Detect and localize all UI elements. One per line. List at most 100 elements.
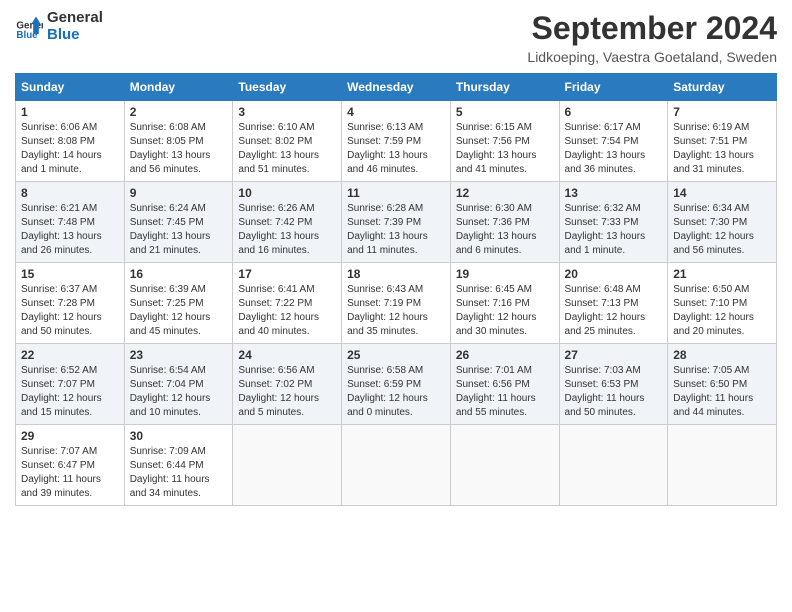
week-row-1: 1 Sunrise: 6:06 AMSunset: 8:08 PMDaylight…: [16, 101, 777, 182]
day-number: 16: [130, 267, 228, 281]
day-info: Sunrise: 6:58 AMSunset: 6:59 PMDaylight:…: [347, 364, 445, 420]
calendar-cell: 6 Sunrise: 6:17 AMSunset: 7:54 PMDaylight…: [559, 101, 668, 182]
day-number: 18: [347, 267, 445, 281]
day-info: Sunrise: 6:39 AMSunset: 7:25 PMDaylight:…: [130, 283, 228, 339]
calendar-cell: 1 Sunrise: 6:06 AMSunset: 8:08 PMDaylight…: [16, 101, 125, 182]
day-number: 9: [130, 186, 228, 200]
day-info: Sunrise: 6:41 AMSunset: 7:22 PMDaylight:…: [238, 283, 336, 339]
day-number: 10: [238, 186, 336, 200]
day-number: 13: [565, 186, 663, 200]
weekday-header-wednesday: Wednesday: [342, 74, 451, 101]
calendar-cell: 24 Sunrise: 6:56 AMSunset: 7:02 PMDayligh…: [233, 344, 342, 425]
calendar-cell: 9 Sunrise: 6:24 AMSunset: 7:45 PMDaylight…: [124, 182, 233, 263]
day-number: 6: [565, 105, 663, 119]
calendar-cell: 8Sunrise: 6:21 AMSunset: 7:48 PMDaylight…: [16, 182, 125, 263]
calendar-cell: 17Sunrise: 6:41 AMSunset: 7:22 PMDayligh…: [233, 263, 342, 344]
calendar-cell: 4 Sunrise: 6:13 AMSunset: 7:59 PMDaylight…: [342, 101, 451, 182]
day-number: 28: [673, 348, 771, 362]
weekday-header-sunday: Sunday: [16, 74, 125, 101]
day-number: 23: [130, 348, 228, 362]
day-info: Sunrise: 6:34 AMSunset: 7:30 PMDaylight:…: [673, 202, 771, 258]
calendar-cell: 7 Sunrise: 6:19 AMSunset: 7:51 PMDaylight…: [668, 101, 777, 182]
day-number: 30: [130, 429, 228, 443]
day-number: 7: [673, 105, 771, 119]
day-info: Sunrise: 7:03 AMSunset: 6:53 PMDaylight:…: [565, 364, 663, 420]
calendar-cell: 21 Sunrise: 6:50 AMSunset: 7:10 PMDayligh…: [668, 263, 777, 344]
day-number: 3: [238, 105, 336, 119]
calendar-cell: 11Sunrise: 6:28 AMSunset: 7:39 PMDayligh…: [342, 182, 451, 263]
calendar-cell: 13 Sunrise: 6:32 AMSunset: 7:33 PMDayligh…: [559, 182, 668, 263]
day-info: Sunrise: 7:07 AMSunset: 6:47 PMDaylight:…: [21, 445, 119, 501]
day-number: 2: [130, 105, 228, 119]
weekday-header-saturday: Saturday: [668, 74, 777, 101]
calendar-cell: 28 Sunrise: 7:05 AMSunset: 6:50 PMDayligh…: [668, 344, 777, 425]
day-number: 8: [21, 186, 119, 200]
calendar-cell: 20 Sunrise: 6:48 AMSunset: 7:13 PMDayligh…: [559, 263, 668, 344]
day-number: 11: [347, 186, 445, 200]
day-info: Sunrise: 7:05 AMSunset: 6:50 PMDaylight:…: [673, 364, 771, 420]
calendar-cell: 22 Sunrise: 6:52 AMSunset: 7:07 PMDayligh…: [16, 344, 125, 425]
day-number: 24: [238, 348, 336, 362]
calendar-cell: 25 Sunrise: 6:58 AMSunset: 6:59 PMDayligh…: [342, 344, 451, 425]
day-info: Sunrise: 6:56 AMSunset: 7:02 PMDaylight:…: [238, 364, 336, 420]
day-info: Sunrise: 6:54 AMSunset: 7:04 PMDaylight:…: [130, 364, 228, 420]
day-number: 25: [347, 348, 445, 362]
day-number: 19: [456, 267, 554, 281]
location: Lidkoeping, Vaestra Goetaland, Sweden: [527, 49, 777, 65]
day-info: Sunrise: 6:17 AMSunset: 7:54 PMDaylight:…: [565, 121, 663, 177]
weekday-header-tuesday: Tuesday: [233, 74, 342, 101]
title-block: September 2024 Lidkoeping, Vaestra Goeta…: [527, 10, 777, 65]
week-row-4: 22 Sunrise: 6:52 AMSunset: 7:07 PMDayligh…: [16, 344, 777, 425]
day-number: 5: [456, 105, 554, 119]
day-info: Sunrise: 7:09 AMSunset: 6:44 PMDaylight:…: [130, 445, 228, 501]
calendar-cell: 2 Sunrise: 6:08 AMSunset: 8:05 PMDaylight…: [124, 101, 233, 182]
calendar-cell: [668, 425, 777, 506]
logo: General Blue General Blue: [15, 10, 103, 43]
day-info: Sunrise: 6:06 AMSunset: 8:08 PMDaylight:…: [21, 121, 119, 177]
weekday-header-row: SundayMondayTuesdayWednesdayThursdayFrid…: [16, 74, 777, 101]
day-info: Sunrise: 6:13 AMSunset: 7:59 PMDaylight:…: [347, 121, 445, 177]
day-number: 20: [565, 267, 663, 281]
day-number: 14: [673, 186, 771, 200]
calendar-cell: [450, 425, 559, 506]
calendar-cell: 30 Sunrise: 7:09 AMSunset: 6:44 PMDayligh…: [124, 425, 233, 506]
week-row-3: 15Sunrise: 6:37 AMSunset: 7:28 PMDayligh…: [16, 263, 777, 344]
week-row-5: 29 Sunrise: 7:07 AMSunset: 6:47 PMDayligh…: [16, 425, 777, 506]
weekday-header-friday: Friday: [559, 74, 668, 101]
calendar-cell: [342, 425, 451, 506]
calendar-cell: 16 Sunrise: 6:39 AMSunset: 7:25 PMDayligh…: [124, 263, 233, 344]
month-title: September 2024: [527, 10, 777, 47]
day-number: 1: [21, 105, 119, 119]
day-number: 22: [21, 348, 119, 362]
day-info: Sunrise: 6:52 AMSunset: 7:07 PMDaylight:…: [21, 364, 119, 420]
day-info: Sunrise: 6:24 AMSunset: 7:45 PMDaylight:…: [130, 202, 228, 258]
day-info: Sunrise: 7:01 AMSunset: 6:56 PMDaylight:…: [456, 364, 554, 420]
weekday-header-thursday: Thursday: [450, 74, 559, 101]
page-header: General Blue General Blue September 2024…: [15, 10, 777, 65]
day-number: 21: [673, 267, 771, 281]
calendar-cell: 15Sunrise: 6:37 AMSunset: 7:28 PMDayligh…: [16, 263, 125, 344]
calendar-cell: 27Sunrise: 7:03 AMSunset: 6:53 PMDayligh…: [559, 344, 668, 425]
weekday-header-monday: Monday: [124, 74, 233, 101]
calendar-cell: 26 Sunrise: 7:01 AMSunset: 6:56 PMDayligh…: [450, 344, 559, 425]
day-info: Sunrise: 6:08 AMSunset: 8:05 PMDaylight:…: [130, 121, 228, 177]
day-info: Sunrise: 6:50 AMSunset: 7:10 PMDaylight:…: [673, 283, 771, 339]
week-row-2: 8Sunrise: 6:21 AMSunset: 7:48 PMDaylight…: [16, 182, 777, 263]
logo-icon: General Blue: [15, 13, 43, 41]
day-info: Sunrise: 6:48 AMSunset: 7:13 PMDaylight:…: [565, 283, 663, 339]
calendar-cell: 18 Sunrise: 6:43 AMSunset: 7:19 PMDayligh…: [342, 263, 451, 344]
calendar-cell: 10 Sunrise: 6:26 AMSunset: 7:42 PMDayligh…: [233, 182, 342, 263]
calendar-cell: 12Sunrise: 6:30 AMSunset: 7:36 PMDayligh…: [450, 182, 559, 263]
calendar-cell: 29 Sunrise: 7:07 AMSunset: 6:47 PMDayligh…: [16, 425, 125, 506]
day-number: 29: [21, 429, 119, 443]
day-info: Sunrise: 6:26 AMSunset: 7:42 PMDaylight:…: [238, 202, 336, 258]
calendar-cell: [559, 425, 668, 506]
day-number: 4: [347, 105, 445, 119]
day-info: Sunrise: 6:30 AMSunset: 7:36 PMDaylight:…: [456, 202, 554, 258]
day-number: 26: [456, 348, 554, 362]
day-info: Sunrise: 6:43 AMSunset: 7:19 PMDaylight:…: [347, 283, 445, 339]
calendar-cell: 3Sunrise: 6:10 AMSunset: 8:02 PMDaylight…: [233, 101, 342, 182]
day-info: Sunrise: 6:19 AMSunset: 7:51 PMDaylight:…: [673, 121, 771, 177]
day-info: Sunrise: 6:32 AMSunset: 7:33 PMDaylight:…: [565, 202, 663, 258]
day-info: Sunrise: 6:37 AMSunset: 7:28 PMDaylight:…: [21, 283, 119, 339]
